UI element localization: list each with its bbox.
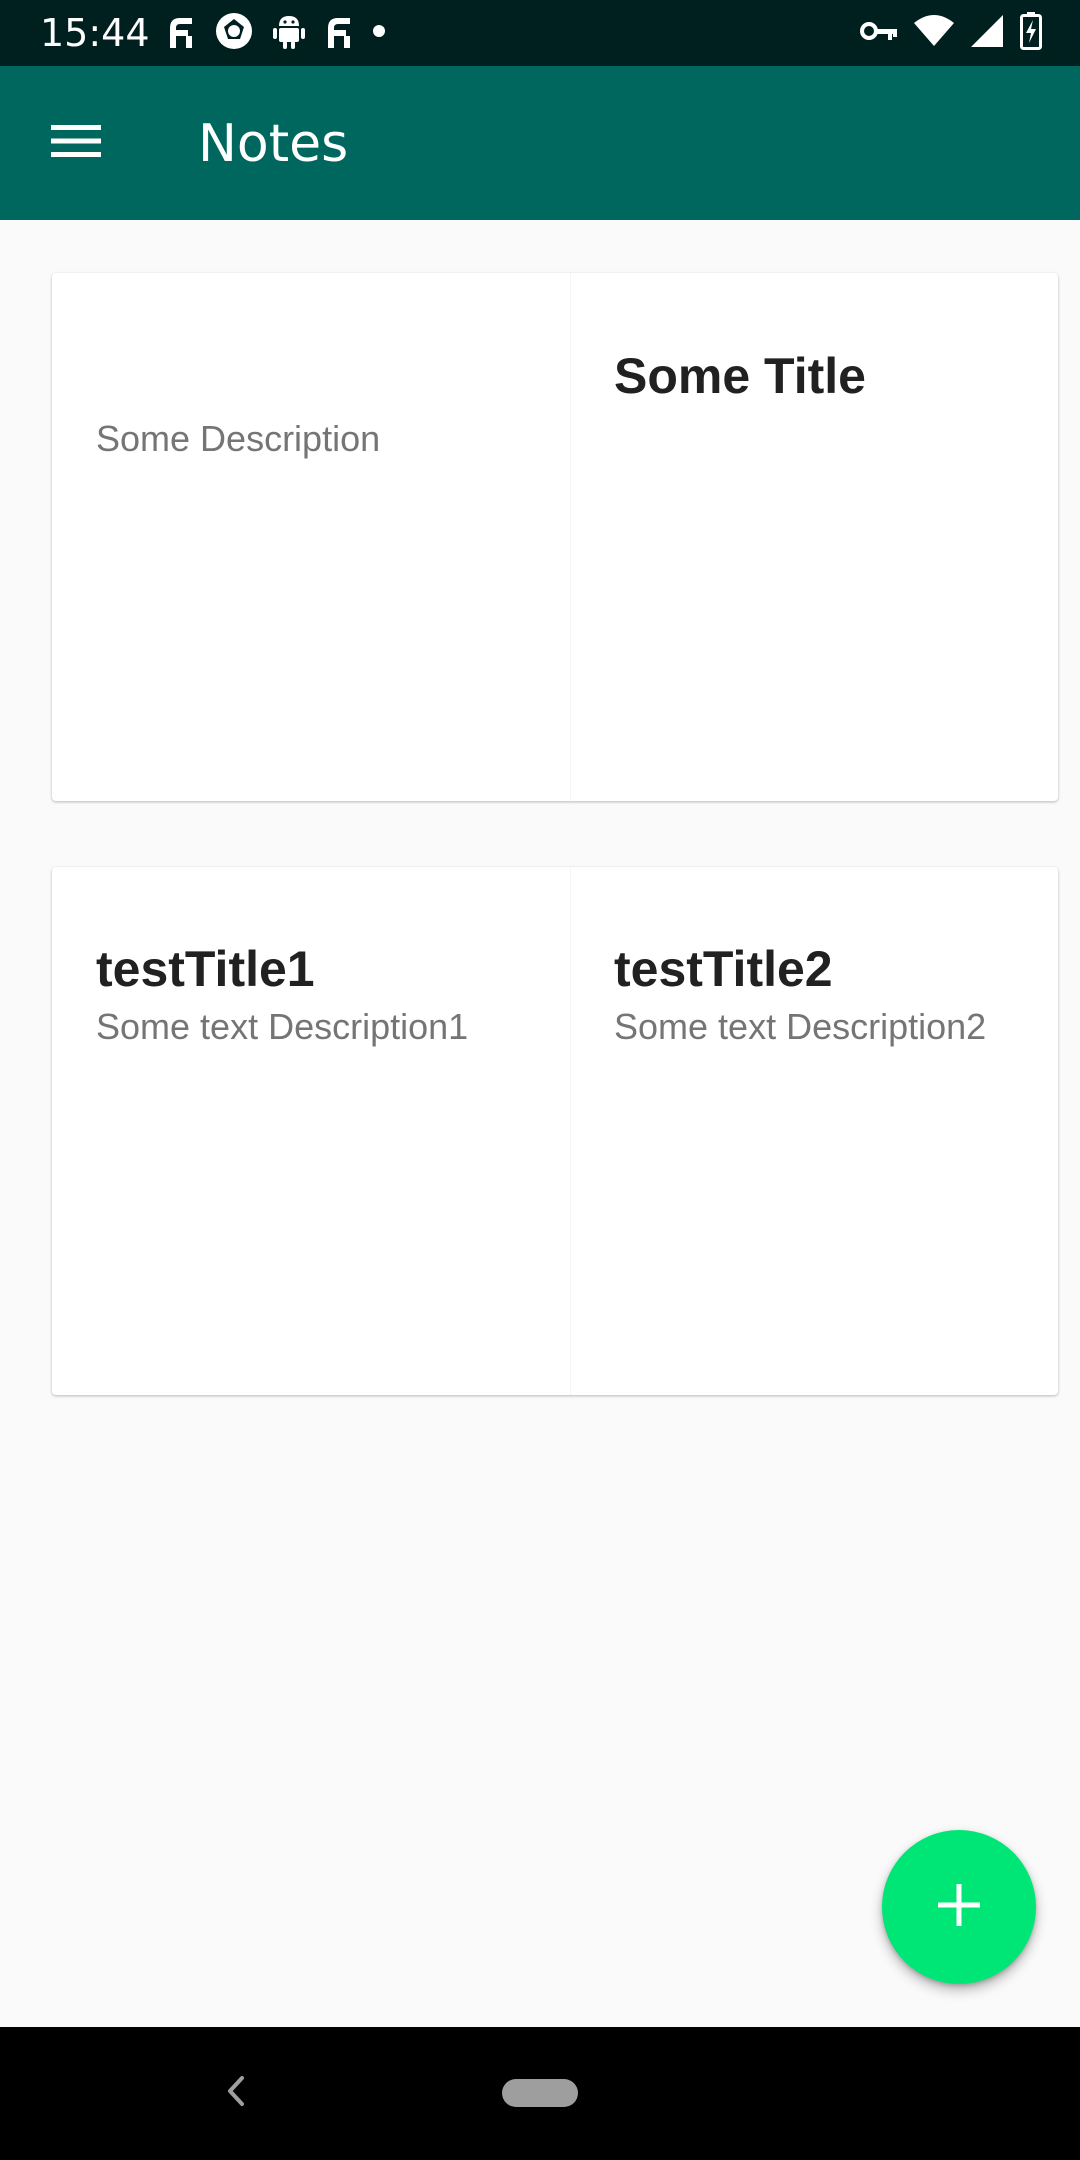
fi-icon (166, 14, 196, 53)
note-card[interactable]: testTitle1 Some text Description1 testTi… (52, 867, 1058, 1395)
system-icons (860, 11, 1042, 55)
system-nav-bar (0, 2027, 1080, 2160)
dot-icon (372, 24, 386, 43)
plus-icon (938, 1883, 980, 1931)
home-pill-icon[interactable] (502, 2079, 578, 2107)
signal-icon (970, 14, 1004, 53)
status-bar: 15:44 (0, 0, 1080, 66)
notification-icons (166, 12, 386, 54)
wifi-icon (914, 14, 954, 52)
note-item[interactable]: testTitle1 Some text Description1 (52, 867, 570, 1395)
android-icon (272, 12, 306, 55)
note-title: testTitle1 (96, 941, 315, 997)
camera-shutter-icon (214, 11, 254, 56)
status-time: 15:44 (40, 11, 150, 55)
note-item[interactable]: testTitle2 Some text Description2 (570, 867, 1058, 1395)
note-item[interactable]: Some Title (570, 273, 1058, 801)
add-note-button[interactable] (882, 1830, 1036, 1984)
note-card[interactable]: Some Description Some Title (52, 273, 1058, 801)
vpn-key-icon (860, 20, 898, 47)
note-description: Some text Description2 (614, 1006, 987, 1047)
page-title: Notes (198, 114, 349, 174)
app-bar: Notes (0, 66, 1080, 220)
fi-icon (324, 14, 354, 53)
hamburger-menu-icon (51, 123, 101, 164)
note-item[interactable]: Some Description (52, 273, 570, 801)
battery-charging-icon (1020, 11, 1042, 55)
notes-list[interactable]: Some Description Some Title testTitle1 S… (0, 220, 1080, 2027)
note-title: Some Title (614, 348, 866, 404)
note-title: testTitle2 (614, 941, 833, 997)
back-button[interactable] (214, 2071, 258, 2115)
menu-button[interactable] (36, 109, 116, 177)
note-description: Some text Description1 (96, 1006, 469, 1047)
note-description: Some Description (96, 418, 381, 459)
back-chevron-icon (224, 2075, 248, 2112)
